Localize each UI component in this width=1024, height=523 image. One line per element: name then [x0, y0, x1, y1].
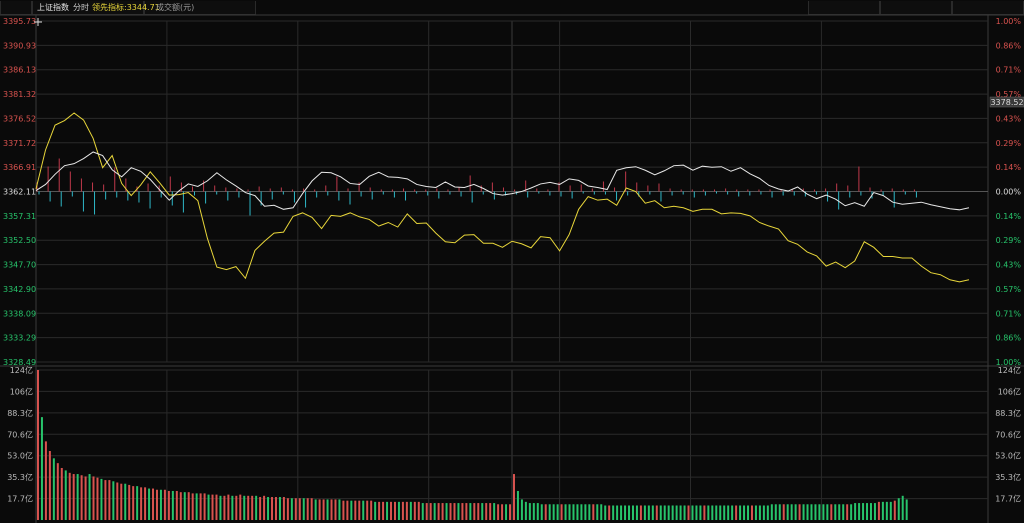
price-tick-label: 3342.90	[3, 285, 36, 294]
volume-tick-label: 17.7亿	[995, 494, 1021, 504]
percent-tick-label: 0.71%	[996, 66, 1022, 75]
volume-tick-label: 106亿	[10, 386, 33, 396]
price-tick-label: 3366.91	[3, 163, 36, 172]
index-price-line	[35, 151, 970, 211]
price-tick-label: 3338.09	[3, 309, 36, 318]
price-tick-label: 3381.32	[3, 90, 36, 99]
volume-tick-label: 70.6亿	[7, 429, 33, 439]
price-lines	[35, 112, 970, 283]
volume-tick-label: 17.7亿	[7, 494, 33, 504]
price-tick-label: 3362.11	[3, 188, 36, 197]
volume-tick-label: 53.0亿	[7, 451, 33, 461]
volume-tick-label: 70.6亿	[995, 429, 1021, 439]
percent-tick-label: 0.86%	[996, 334, 1022, 343]
percent-tick-label: 0.14%	[996, 212, 1022, 221]
price-tick-label: 3352.50	[3, 236, 36, 245]
price-tick-label: 3371.72	[3, 139, 36, 148]
percent-tick-label: 0.29%	[996, 139, 1022, 148]
volume-tick-label: 106亿	[998, 386, 1021, 396]
price-tick-label: 3333.29	[3, 334, 36, 343]
price-tick-label: 3376.52	[3, 114, 36, 123]
volume-tick-label: 124亿	[10, 365, 33, 375]
timeshare-chart[interactable]: 3395.73 1.00% 3390.93 0.86% 3386.13 0.71% 3381…	[0, 0, 1024, 523]
volume-tick-label: 88.3亿	[7, 408, 33, 418]
percent-tick-label: 0.29%	[996, 236, 1022, 245]
percent-tick-label: 0.43%	[996, 114, 1022, 123]
price-tick-label: 3395.73	[3, 17, 36, 26]
volume-tick-label: 35.3亿	[7, 472, 33, 482]
volume-bars	[36, 370, 908, 520]
price-tick-label: 3386.13	[3, 66, 36, 75]
volume-tick-label: 53.0亿	[995, 451, 1021, 461]
percent-tick-label: 0.86%	[996, 41, 1022, 50]
percent-tick-label: 0.71%	[996, 309, 1022, 318]
price-tick-label: 3357.31	[3, 212, 36, 221]
percent-tick-label: 0.14%	[996, 163, 1022, 172]
percent-tick-label: 0.57%	[996, 285, 1022, 294]
volume-tick-label: 35.3亿	[995, 472, 1021, 482]
grid	[0, 14, 1024, 523]
volume-tick-label: 124亿	[998, 365, 1021, 375]
percent-tick-label: 0.00%	[996, 188, 1022, 197]
price-tick-label: 3390.93	[3, 41, 36, 50]
price-tick-label: 3347.70	[3, 261, 36, 270]
percent-tick-label: 1.00%	[996, 17, 1022, 26]
percent-tick-label: 0.43%	[996, 261, 1022, 270]
price-tag: 3378.52	[989, 96, 1024, 108]
leading-indicator-line	[35, 112, 970, 283]
price-tag-value: 3378.52	[990, 98, 1023, 107]
volume-tick-label: 88.3亿	[995, 408, 1021, 418]
